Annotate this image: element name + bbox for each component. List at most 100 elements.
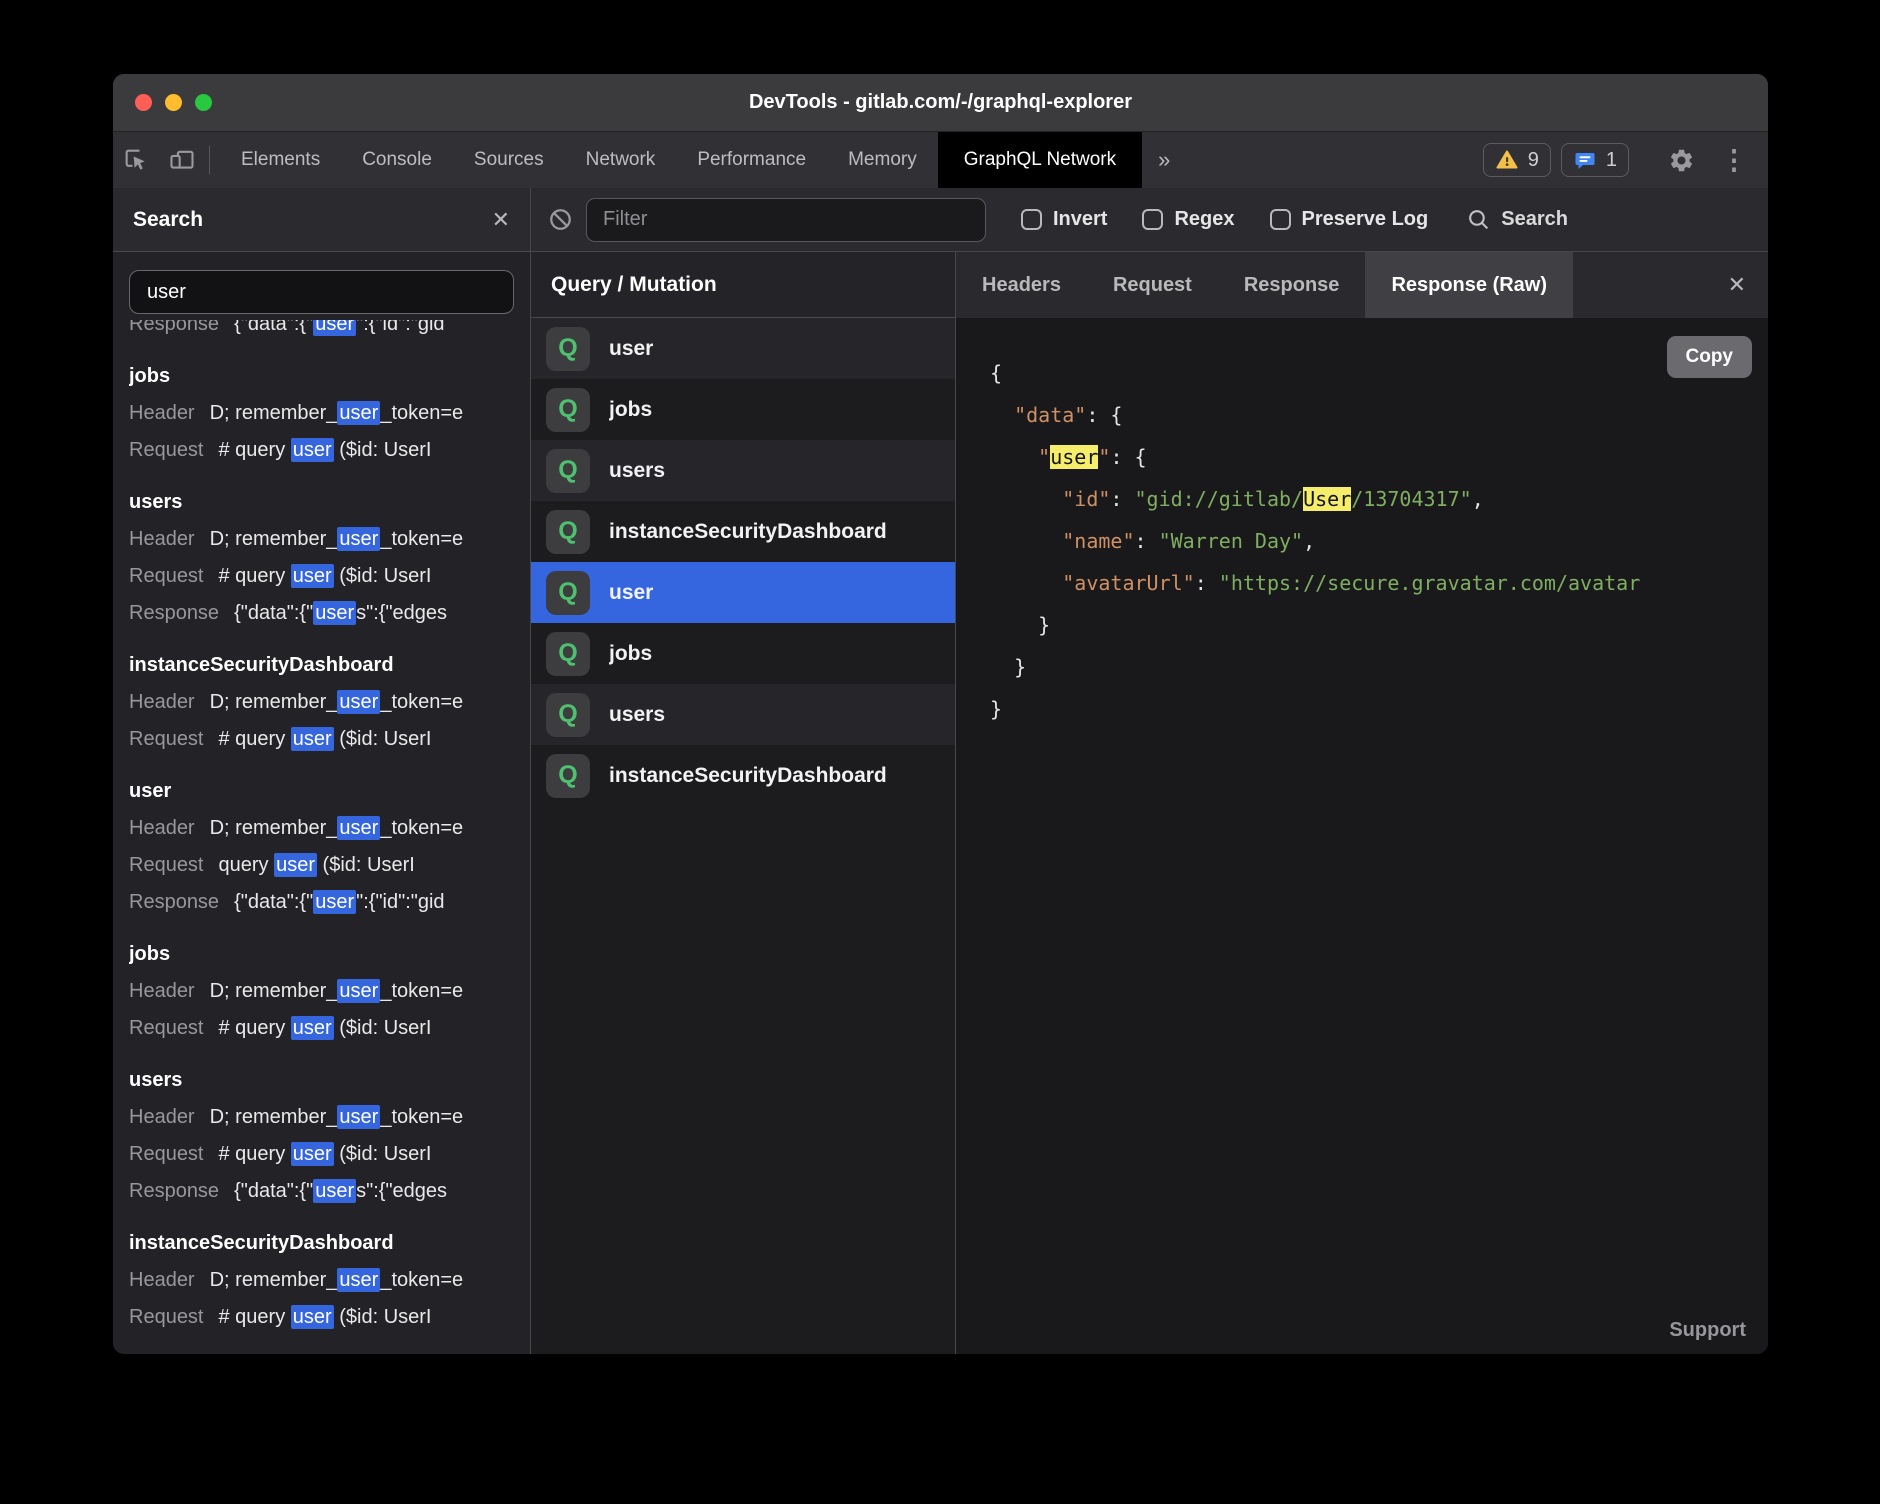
- filter-search-label: Search: [1501, 208, 1568, 231]
- search-result-row[interactable]: HeaderD; remember_user_token=e: [129, 395, 514, 432]
- checkbox-preserve-log[interactable]: Preserve Log: [1270, 208, 1429, 231]
- result-text: D; remember_user_token=e: [210, 1268, 464, 1292]
- result-field-label: Response: [129, 320, 219, 335]
- panel-tab-sources[interactable]: Sources: [453, 132, 565, 188]
- search-result-row[interactable]: HeaderD; remember_user_token=e: [129, 810, 514, 847]
- search-result-row[interactable]: Request# query user ($id: UserI: [129, 1299, 514, 1336]
- json-token: }: [990, 655, 1026, 679]
- result-text-segment: ($id: UserI: [334, 565, 432, 587]
- search-panel-header: Search ✕: [113, 188, 530, 252]
- more-tabs-button[interactable]: »: [1142, 132, 1186, 188]
- detail-tab-response-raw[interactable]: Response (Raw): [1365, 252, 1573, 318]
- search-result-row[interactable]: Response {"data":{"user":{"id":"gid: [129, 320, 514, 343]
- result-text: D; remember_user_token=e: [210, 690, 464, 714]
- minimize-window-button[interactable]: [165, 94, 182, 111]
- search-result-row[interactable]: Request# query user ($id: UserI: [129, 1136, 514, 1173]
- search-result-row[interactable]: HeaderD; remember_user_token=e: [129, 1099, 514, 1136]
- clear-block-icon[interactable]: [547, 206, 574, 233]
- support-link[interactable]: Support: [1669, 1319, 1746, 1342]
- result-text-segment: D; remember_: [210, 1106, 338, 1128]
- query-list-item-user[interactable]: Quser: [531, 318, 955, 379]
- filter-input[interactable]: [586, 198, 986, 242]
- result-text-segment: ":{"id":"gid: [356, 320, 444, 335]
- search-result-row[interactable]: Requestquery user ($id: UserI: [129, 847, 514, 884]
- json-token: [990, 571, 1062, 595]
- copy-button[interactable]: Copy: [1667, 336, 1753, 378]
- search-result-row[interactable]: Request# query user ($id: UserI: [129, 432, 514, 469]
- json-token: "data": [1014, 403, 1086, 427]
- query-list-item-user[interactable]: Quser: [531, 562, 955, 623]
- toolbar-right: 9 1 ⋮: [1483, 132, 1768, 188]
- search-result-row[interactable]: Response{"data":{"user":{"id":"gid: [129, 884, 514, 921]
- query-list-item-instancesecuritydashboard[interactable]: QinstanceSecurityDashboard: [531, 745, 955, 806]
- query-list-item-users[interactable]: Qusers: [531, 684, 955, 745]
- match-highlight: user: [337, 690, 380, 714]
- match-highlight: user: [291, 1305, 334, 1329]
- search-result-row[interactable]: Header D; remember_user_token=e: [129, 1262, 514, 1299]
- search-input[interactable]: [129, 270, 514, 314]
- json-token: :: [1195, 571, 1219, 595]
- checkbox-regex[interactable]: Regex: [1142, 208, 1234, 231]
- search-result-row[interactable]: Response{"data":{"users":{"edges: [129, 1173, 514, 1210]
- messages-badge[interactable]: 1: [1561, 143, 1629, 177]
- search-result-row[interactable]: HeaderD; remember_user_token=e: [129, 684, 514, 721]
- panel-tab-memory[interactable]: Memory: [827, 132, 938, 188]
- json-token: "Warren Day": [1159, 529, 1304, 553]
- close-detail-icon[interactable]: ✕: [1728, 252, 1768, 318]
- result-text: {"data":{"user":{"id":"gid: [234, 320, 445, 336]
- checkbox-invert[interactable]: Invert: [1021, 208, 1107, 231]
- result-text-segment: # query: [219, 565, 291, 587]
- query-item-label: instanceSecurityDashboard: [609, 520, 887, 544]
- inspect-element-icon[interactable]: [113, 132, 159, 188]
- preserve-log-checkbox-box[interactable]: [1270, 209, 1291, 230]
- panel-tab-console[interactable]: Console: [341, 132, 453, 188]
- result-field-label: Response: [129, 602, 219, 624]
- query-item-label: users: [609, 459, 665, 483]
- result-group-title: user: [129, 773, 514, 810]
- result-field-label: Header: [129, 528, 195, 550]
- kebab-menu-icon[interactable]: ⋮: [1714, 145, 1754, 176]
- json-token: ": [1038, 445, 1050, 469]
- close-search-icon[interactable]: ✕: [492, 207, 510, 233]
- json-token: : {: [1086, 403, 1122, 427]
- search-result-row[interactable]: Request# query user ($id: UserI: [129, 1010, 514, 1047]
- invert-checkbox-box[interactable]: [1021, 209, 1042, 230]
- response-raw-content: Copy { "data": { "user": { "id": "gid://…: [956, 318, 1768, 1354]
- query-list-item-jobs[interactable]: Qjobs: [531, 623, 955, 684]
- query-list-item-instancesecuritydashboard[interactable]: QinstanceSecurityDashboard: [531, 501, 955, 562]
- match-highlight: user: [337, 527, 380, 551]
- search-result-row[interactable]: HeaderD; remember_user_token=e: [129, 521, 514, 558]
- match-highlight: user: [313, 601, 356, 625]
- result-text: # query user ($id: UserI: [219, 1305, 432, 1329]
- device-toolbar-icon[interactable]: [159, 132, 205, 188]
- search-result-row[interactable]: HeaderD; remember_user_token=e: [129, 973, 514, 1010]
- query-type-badge: Q: [546, 693, 590, 737]
- panel-tab-performance[interactable]: Performance: [676, 132, 827, 188]
- detail-tab-request[interactable]: Request: [1087, 252, 1218, 318]
- search-result-row[interactable]: Request# query user ($id: UserI: [129, 721, 514, 758]
- search-result-row[interactable]: Response{"data":{"users":{"edges: [129, 595, 514, 632]
- zoom-window-button[interactable]: [195, 94, 212, 111]
- detail-tab-response[interactable]: Response: [1218, 252, 1366, 318]
- result-text-segment: _token=e: [380, 817, 463, 839]
- panel-tab-graphql-network[interactable]: GraphQL Network: [938, 132, 1142, 188]
- close-window-button[interactable]: [135, 94, 152, 111]
- panel-tab-elements[interactable]: Elements: [220, 132, 341, 188]
- result-text-segment: ($id: UserI: [334, 1017, 432, 1039]
- result-field-label: Header: [129, 817, 195, 839]
- result-field-label: Header: [129, 1269, 195, 1291]
- query-type-badge: Q: [546, 510, 590, 554]
- settings-gear-icon[interactable]: [1658, 147, 1704, 174]
- issues-warning-badge[interactable]: 9: [1483, 143, 1551, 177]
- detail-tab-headers[interactable]: Headers: [956, 252, 1087, 318]
- query-list-item-jobs[interactable]: Qjobs: [531, 379, 955, 440]
- result-field-label: Request: [129, 854, 204, 876]
- regex-checkbox-box[interactable]: [1142, 209, 1163, 230]
- search-results-list: Response{"data":{"user":{"id":"gidjobsHe…: [129, 320, 514, 1354]
- panel-tab-network[interactable]: Network: [565, 132, 677, 188]
- query-list-item-users[interactable]: Qusers: [531, 440, 955, 501]
- search-result-row[interactable]: Request# query user ($id: UserI: [129, 558, 514, 595]
- filter-search-button[interactable]: Search: [1466, 207, 1568, 232]
- search-icon: [1466, 207, 1491, 232]
- query-item-label: users: [609, 703, 665, 727]
